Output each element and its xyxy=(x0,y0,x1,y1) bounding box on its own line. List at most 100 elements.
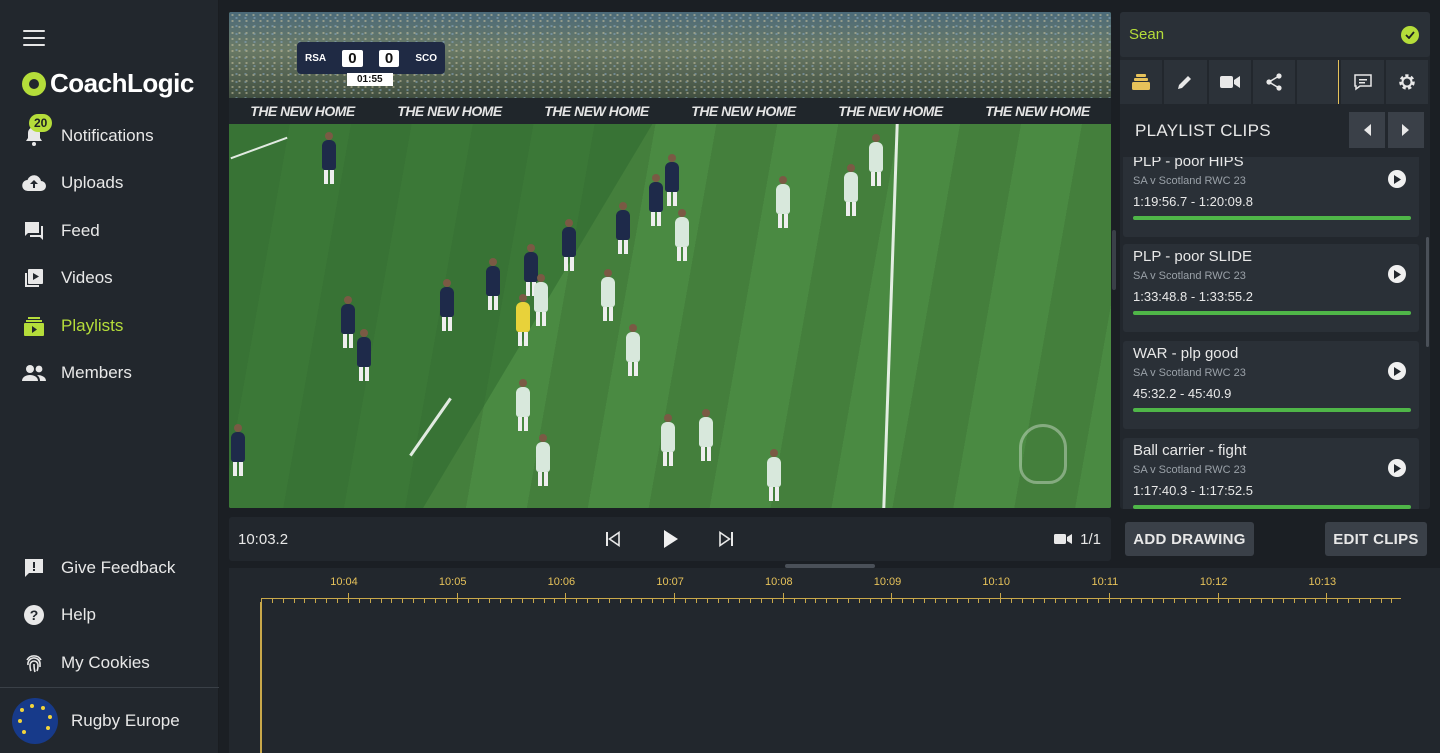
sidebar-item-feed[interactable]: Feed xyxy=(0,207,219,255)
timeline-tick xyxy=(1130,598,1132,603)
timeline-tick xyxy=(1282,598,1284,603)
timeline-tick xyxy=(1326,593,1328,603)
timeline-tick xyxy=(1391,598,1393,603)
user-row[interactable]: Sean xyxy=(1120,12,1430,57)
timeline-resize-handle[interactable] xyxy=(785,564,875,568)
timeline-tick xyxy=(1315,598,1317,603)
organization-switcher[interactable]: Rugby Europe xyxy=(0,687,219,753)
timeline-tick xyxy=(271,598,273,603)
timeline-tick xyxy=(1174,598,1176,603)
hamburger-menu-icon[interactable] xyxy=(23,30,45,48)
scorebug-home-score: 0 xyxy=(342,49,363,67)
list-item[interactable]: WAR - plp good SA v Scotland RWC 23 45:3… xyxy=(1123,341,1419,429)
sidebar-item-help[interactable]: ? Help xyxy=(0,592,219,640)
timeline-tick xyxy=(913,598,915,603)
timeline-tick xyxy=(1293,598,1295,603)
timeline-tick xyxy=(1369,598,1371,603)
timeline-tick xyxy=(1261,598,1263,603)
playhead[interactable] xyxy=(260,602,262,753)
tab-empty[interactable] xyxy=(1297,60,1340,104)
tab-settings[interactable] xyxy=(1385,60,1428,104)
video-player[interactable]: THE NEW HOME THE NEW HOME THE NEW HOME THE … xyxy=(229,12,1111,508)
sidebar-item-label: Help xyxy=(61,605,96,625)
play-icon[interactable] xyxy=(659,528,681,550)
clip-list[interactable]: PLP - poor HIPS SA v Scotland RWC 23 1:1… xyxy=(1120,157,1430,509)
sidebar-item-playlists[interactable]: Playlists xyxy=(0,302,219,350)
timeline-tick xyxy=(978,598,980,603)
timeline-tick xyxy=(1119,598,1121,603)
skip-previous-icon[interactable] xyxy=(602,528,624,550)
cloud-upload-icon xyxy=(21,171,47,195)
play-circle-icon[interactable] xyxy=(1388,170,1406,188)
list-item[interactable]: PLP - poor SLIDE SA v Scotland RWC 23 1:… xyxy=(1123,244,1419,332)
add-drawing-button[interactable]: ADD DRAWING xyxy=(1125,522,1254,556)
timeline-tick xyxy=(1358,598,1360,603)
video-adboard: THE NEW HOME THE NEW HOME THE NEW HOME THE … xyxy=(229,98,1111,124)
camera-count: 1/1 xyxy=(1080,530,1101,548)
sidebar-item-members[interactable]: Members xyxy=(0,350,219,398)
timeline-tick xyxy=(956,598,958,603)
tab-playlist-clips[interactable] xyxy=(1120,60,1163,104)
rwc-watermark-logo xyxy=(1019,424,1067,484)
sidebar-item-label: Give Feedback xyxy=(61,557,176,577)
list-item[interactable]: PLP - poor HIPS SA v Scotland RWC 23 1:1… xyxy=(1123,157,1419,237)
play-circle-icon[interactable] xyxy=(1388,265,1406,283)
scorebug-home: RSA xyxy=(305,52,327,64)
chevron-left-icon xyxy=(1362,123,1372,137)
timeline-tick xyxy=(413,598,415,603)
timeline-tick xyxy=(1163,598,1165,603)
sidebar-item-uploads[interactable]: Uploads xyxy=(0,160,219,208)
sidebar-item-give-feedback[interactable]: Give Feedback xyxy=(0,544,219,592)
edit-clips-button[interactable]: EDIT CLIPS xyxy=(1325,522,1427,556)
sidebar-item-label: Notifications xyxy=(61,125,154,145)
playlist-icon xyxy=(21,314,47,338)
tab-draw[interactable] xyxy=(1164,60,1207,104)
right-panel: Sean PLAYLIST CLIPS PLP - poor HIPS SA v… xyxy=(1120,12,1430,509)
tab-comments[interactable] xyxy=(1341,60,1384,104)
clip-title: PLP - poor HIPS xyxy=(1133,157,1244,170)
scorebug-away: SCO xyxy=(415,52,437,64)
brand-logo[interactable]: CoachLogic xyxy=(22,68,194,99)
player-controls: 10:03.2 1/1 xyxy=(229,517,1111,561)
play-circle-icon[interactable] xyxy=(1388,459,1406,477)
play-circle-icon[interactable] xyxy=(1388,362,1406,380)
clip-list-scrollbar[interactable] xyxy=(1426,237,1429,347)
help-icon: ? xyxy=(21,603,47,627)
timeline-tick xyxy=(1206,598,1208,603)
sidebar-item-videos[interactable]: Videos xyxy=(0,255,219,303)
timeline-tick xyxy=(489,598,491,603)
tab-camera[interactable] xyxy=(1208,60,1251,104)
timeline-label: 10:05 xyxy=(438,576,467,588)
sidebar-item-notifications[interactable]: 20 Notifications xyxy=(0,112,219,160)
timeline-tick xyxy=(597,598,599,603)
coachlogic-logo-icon xyxy=(22,71,46,96)
timeline[interactable]: 10:04 10:05 10:06 10:07 10:08 10:09 10:10 10:11… xyxy=(229,564,1440,753)
gear-icon xyxy=(1397,72,1417,92)
comment-icon xyxy=(1353,73,1373,91)
previous-page-button[interactable] xyxy=(1349,112,1385,148)
video-library-icon xyxy=(21,266,47,290)
timeline-tick xyxy=(967,598,969,603)
svg-text:?: ? xyxy=(30,607,39,623)
tab-share[interactable] xyxy=(1252,60,1296,104)
timeline-tick xyxy=(847,598,849,603)
timeline-tick xyxy=(565,593,567,603)
clip-source: SA v Scotland RWC 23 xyxy=(1133,464,1246,476)
timeline-tick xyxy=(674,593,676,603)
panel-resize-handle[interactable] xyxy=(1112,230,1116,290)
sidebar-item-my-cookies[interactable]: My Cookies xyxy=(0,639,219,687)
timeline-tick xyxy=(858,598,860,603)
timeline-tick xyxy=(630,598,632,603)
timeline-tick xyxy=(1217,593,1219,603)
timeline-tick xyxy=(1000,593,1002,603)
timeline-tick xyxy=(1043,598,1045,603)
timeline-tick xyxy=(315,598,317,603)
timeline-tick xyxy=(1228,598,1230,603)
panel-toolbar xyxy=(1120,60,1430,104)
skip-next-icon[interactable] xyxy=(715,528,737,550)
timeline-tick xyxy=(456,593,458,603)
list-item[interactable]: Ball carrier - fight SA v Scotland RWC 2… xyxy=(1123,438,1419,509)
camera-angle-selector[interactable]: 1/1 xyxy=(1054,531,1101,548)
timeline-tick xyxy=(1054,598,1056,603)
next-page-button[interactable] xyxy=(1388,112,1424,148)
